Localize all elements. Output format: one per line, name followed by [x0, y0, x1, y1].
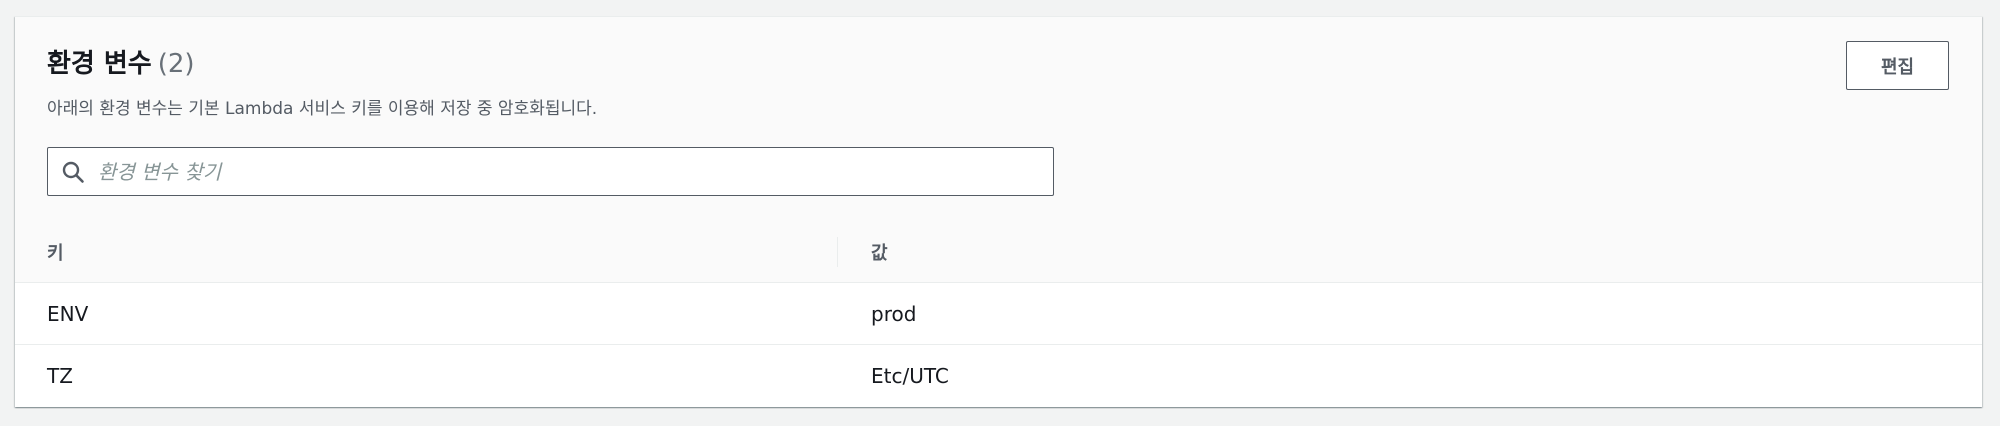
environment-variables-panel: 환경 변수 (2) 아래의 환경 변수는 기본 Lambda 서비스 키를 이용해… [15, 16, 1982, 407]
column-divider[interactable] [837, 237, 838, 267]
column-header-key[interactable]: 키 [47, 222, 64, 282]
panel-description: 아래의 환경 변수는 기본 Lambda 서비스 키를 이용해 저장 중 암호화… [47, 99, 598, 119]
edit-button[interactable]: 편집 [1846, 41, 1949, 90]
table-row: TZ Etc/UTC [15, 345, 1982, 406]
environment-variables-table: 키 값 ENV prod TZ Etc/UTC [15, 222, 1982, 406]
variable-count: (2) [157, 49, 195, 79]
row-value-cell: Etc/UTC [871, 363, 949, 388]
table-header: 키 값 [15, 222, 1982, 283]
panel-title-text: 환경 변수 [47, 49, 152, 79]
row-value-cell: prod [871, 301, 917, 326]
column-header-value[interactable]: 값 [871, 222, 888, 282]
search-icon [60, 159, 86, 185]
panel-title: 환경 변수 (2) [47, 47, 195, 81]
panel-header: 환경 변수 (2) 아래의 환경 변수는 기본 Lambda 서비스 키를 이용해… [15, 17, 1982, 223]
table-row: ENV prod [15, 283, 1982, 345]
search-input[interactable] [96, 150, 1053, 193]
row-key-cell: ENV [47, 301, 89, 326]
row-key-cell: TZ [47, 363, 73, 388]
search-box[interactable] [47, 147, 1054, 196]
